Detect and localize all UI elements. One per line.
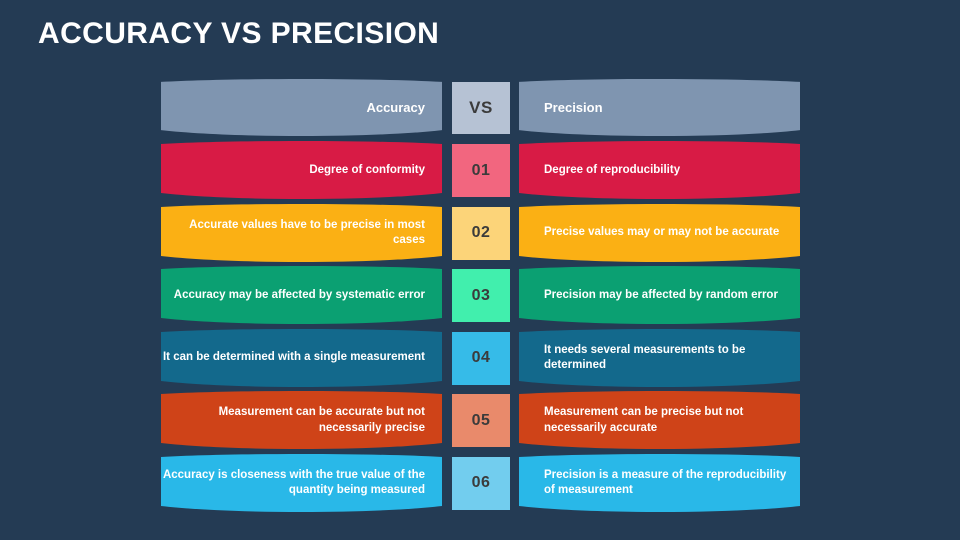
- row-cell-accuracy: Measurement can be accurate but not nece…: [161, 391, 442, 449]
- slide-canvas: ACCURACY VS PRECISION Accuracy VS Precis…: [0, 0, 960, 540]
- row-cell-accuracy: Accurate values have to be precise in mo…: [161, 203, 442, 262]
- header-vs-label: VS: [469, 98, 493, 117]
- row-text-precision: Precise values may or may not be accurat…: [544, 226, 780, 239]
- header-cell-accuracy: Accuracy: [161, 78, 442, 137]
- row-cell-precision: Precision may be affected by random erro…: [519, 266, 800, 324]
- row-cell-accuracy: Accuracy is closeness with the true valu…: [161, 453, 442, 512]
- table-header-row: Accuracy VS Precision: [161, 78, 800, 137]
- table-row: Degree of conformity 01 Degree of reprod…: [161, 141, 800, 199]
- row-text-accuracy: Accuracy may be affected by systematic e…: [173, 288, 425, 301]
- page-title: ACCURACY VS PRECISION: [38, 17, 440, 50]
- row-text-accuracy: Measurement can be accurate but not nece…: [218, 406, 425, 434]
- row-cell-accuracy: Accuracy may be affected by systematic e…: [161, 266, 442, 324]
- header-label-precision: Precision: [544, 100, 603, 116]
- row-cell-accuracy: It can be determined with a single measu…: [161, 328, 442, 387]
- row-number-label: 06: [471, 474, 491, 491]
- row-number-label: 04: [471, 349, 491, 366]
- row-text-precision: Precision may be affected by random erro…: [544, 288, 778, 301]
- row-number-label: 05: [471, 411, 491, 429]
- row-number-box: 01: [452, 144, 510, 197]
- row-number-box: 02: [452, 206, 510, 260]
- table-row: Accurate values have to be precise in mo…: [161, 203, 800, 262]
- row-cell-precision: Measurement can be precise but not neces…: [519, 391, 800, 449]
- comparison-table: Accuracy VS Precision Degree of conformi…: [161, 78, 800, 519]
- header-label-accuracy: Accuracy: [366, 100, 425, 116]
- row-text-accuracy: Accurate values have to be precise in mo…: [189, 218, 425, 246]
- row-text-accuracy: It can be determined with a single measu…: [162, 351, 425, 364]
- table-row: Measurement can be accurate but not nece…: [161, 391, 800, 449]
- row-number-label: 03: [471, 286, 491, 304]
- row-cell-precision: Degree of reproducibility: [519, 141, 800, 199]
- header-cell-precision: Precision: [519, 78, 800, 137]
- row-number-box: 06: [452, 456, 510, 510]
- row-text-accuracy: Degree of conformity: [309, 163, 425, 176]
- table-row: Accuracy may be affected by systematic e…: [161, 266, 800, 324]
- row-text-precision: Precision is a measure of the reproducib…: [544, 468, 787, 496]
- table-row: It can be determined with a single measu…: [161, 328, 800, 387]
- row-number-box: 05: [452, 394, 510, 447]
- row-number-label: 01: [471, 161, 491, 179]
- row-cell-precision: Precision is a measure of the reproducib…: [519, 453, 800, 512]
- row-text-precision: It needs several measurements to be dete…: [544, 343, 746, 371]
- row-text-accuracy: Accuracy is closeness with the true valu…: [162, 468, 425, 496]
- row-cell-precision: Precise values may or may not be accurat…: [519, 203, 800, 262]
- row-cell-accuracy: Degree of conformity: [161, 141, 442, 199]
- row-number-label: 02: [471, 224, 491, 241]
- row-number-box: 03: [452, 269, 510, 322]
- row-text-precision: Degree of reproducibility: [544, 163, 681, 176]
- row-cell-precision: It needs several measurements to be dete…: [519, 328, 800, 387]
- row-text-precision: Measurement can be precise but not neces…: [544, 406, 744, 434]
- table-row: Accuracy is closeness with the true valu…: [161, 453, 800, 512]
- header-vs-box: VS: [452, 82, 510, 134]
- row-number-box: 04: [452, 331, 510, 385]
